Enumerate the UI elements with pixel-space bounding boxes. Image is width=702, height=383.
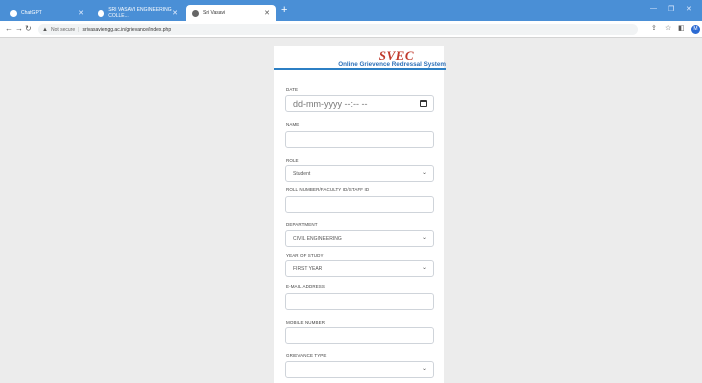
- calendar-icon[interactable]: [420, 100, 427, 107]
- year-label: YEAR OF STUDY: [286, 253, 324, 258]
- college-favicon-icon: [98, 9, 105, 17]
- chevron-down-icon: ⌄: [421, 170, 427, 176]
- email-input[interactable]: [285, 293, 434, 310]
- grievance-form-card: SVEC Online Grievence Redressal System D…: [274, 46, 446, 383]
- chevron-down-icon: ⌄: [421, 235, 427, 241]
- url-text: srivasaviengg.ac.in/grievance/index.php: [82, 26, 172, 33]
- email-label: E-MAIL ADDRESS: [286, 284, 325, 289]
- tab-chatgpt[interactable]: ChatGPT ✕: [4, 5, 90, 21]
- role-select[interactable]: Student ⌄: [285, 165, 434, 182]
- brand-subtitle: Online Grievence Redressal System: [338, 61, 446, 68]
- security-label: Not secure: [50, 26, 76, 33]
- close-icon[interactable]: ✕: [686, 5, 692, 13]
- chevron-down-icon: ⌄: [421, 366, 427, 372]
- close-tab-icon[interactable]: ✕: [78, 9, 84, 17]
- reload-icon[interactable]: ↻: [25, 24, 32, 33]
- roll-number-input[interactable]: [285, 196, 434, 213]
- restore-icon[interactable]: ❐: [668, 5, 674, 13]
- browser-tab-bar: ChatGPT ✕ SRI VASAVI ENGINEERING COLLE..…: [0, 0, 702, 21]
- forward-arrow-icon[interactable]: →: [15, 24, 23, 33]
- tab-college[interactable]: SRI VASAVI ENGINEERING COLLE... ✕: [92, 5, 184, 21]
- profile-avatar-icon[interactable]: M: [691, 25, 700, 34]
- globe-favicon-icon: [192, 9, 199, 17]
- close-tab-icon[interactable]: ✕: [172, 9, 178, 17]
- close-tab-icon[interactable]: ✕: [264, 9, 270, 17]
- role-value: Student: [293, 171, 311, 177]
- minimize-icon[interactable]: —: [650, 5, 657, 12]
- tab-label: Sri Vasavi: [203, 10, 226, 16]
- sidepanel-icon[interactable]: ◧: [678, 24, 685, 32]
- chevron-down-icon: ⌄: [421, 265, 427, 271]
- year-value: FIRST YEAR: [293, 266, 323, 272]
- department-label: DEPARTMENT: [286, 222, 318, 227]
- role-label: ROLE: [286, 158, 299, 163]
- department-select[interactable]: CIVIL ENGINEERING ⌄: [285, 230, 434, 247]
- share-icon[interactable]: ⇪: [651, 24, 657, 32]
- chatgpt-favicon-icon: [10, 9, 17, 17]
- date-value: dd-mm-yyyy --:-- --: [293, 99, 368, 109]
- grievance-type-label: GRIEVANCE TYPE: [286, 353, 327, 358]
- browser-toolbar: ← → ↻ ▲ Not secure | srivasaviengg.ac.in…: [0, 21, 702, 38]
- back-arrow-icon[interactable]: ←: [5, 24, 13, 33]
- roll-label: ROLL NUMBER/FACULTY ID/STAFF ID: [286, 187, 370, 192]
- name-input[interactable]: [285, 131, 434, 148]
- address-bar[interactable]: ▲ Not secure | srivasaviengg.ac.in/griev…: [38, 24, 638, 35]
- mobile-label: MOBILE NUMBER: [286, 320, 326, 325]
- mobile-input[interactable]: [285, 327, 434, 344]
- warning-icon: ▲: [42, 26, 48, 33]
- star-icon[interactable]: ☆: [665, 24, 671, 32]
- tab-label: ChatGPT: [21, 10, 42, 16]
- plus-icon[interactable]: +: [281, 4, 287, 16]
- name-label: NAME: [286, 122, 300, 127]
- department-value: CIVIL ENGINEERING: [293, 236, 342, 242]
- date-label: DATE: [286, 87, 299, 92]
- divider: |: [78, 26, 80, 33]
- grievance-type-select[interactable]: ⌄: [285, 361, 434, 378]
- year-select[interactable]: FIRST YEAR ⌄: [285, 260, 434, 277]
- tab-sri-vasavi[interactable]: Sri Vasavi ✕: [186, 5, 276, 21]
- header-divider: [274, 68, 446, 70]
- date-input[interactable]: dd-mm-yyyy --:-- --: [285, 95, 434, 112]
- svec-logo: SVEC Online Grievence Redressal System: [274, 46, 446, 70]
